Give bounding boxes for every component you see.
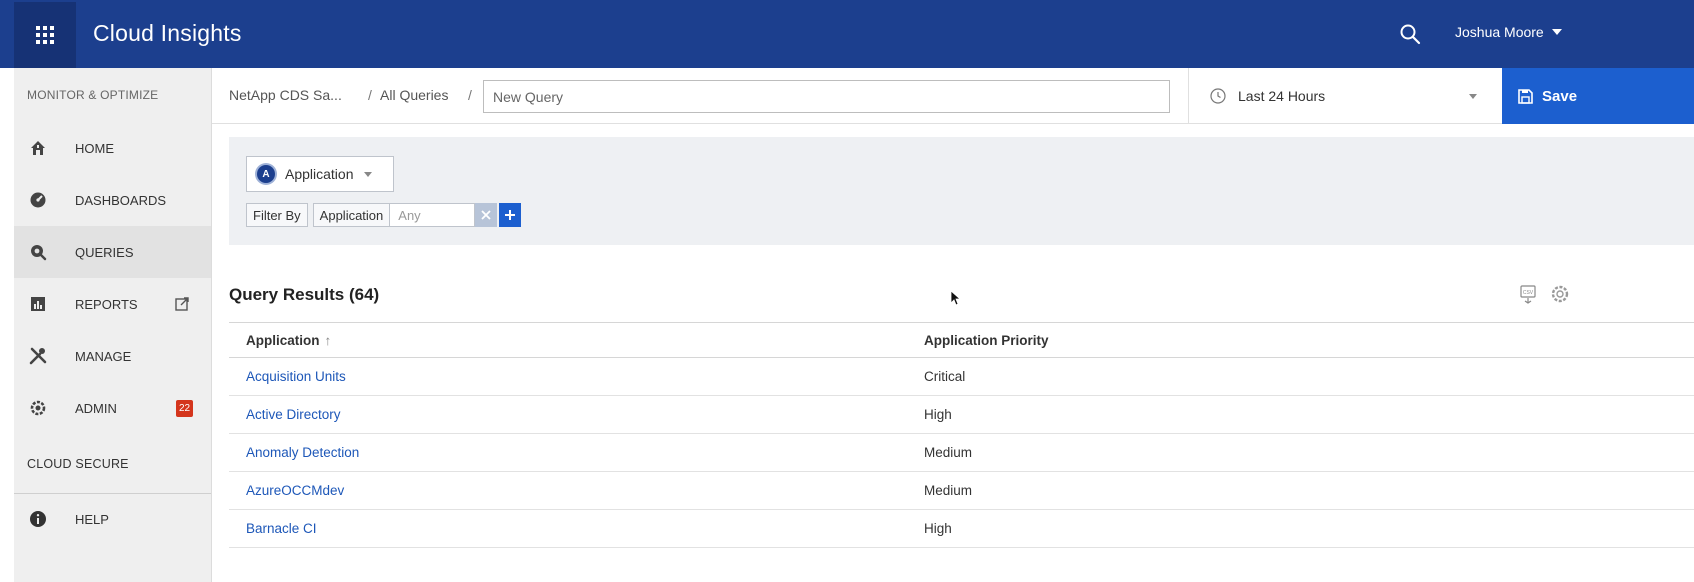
application-link[interactable]: Active Directory	[246, 407, 341, 422]
save-icon	[1518, 88, 1533, 104]
time-range-select[interactable]: Last 24 Hours	[1188, 68, 1500, 124]
chevron-down-icon	[1551, 29, 1562, 35]
application-link[interactable]: Acquisition Units	[246, 369, 346, 384]
application-link[interactable]: AzureOCCMdev	[246, 483, 344, 498]
sidebar-item-label: HOME	[75, 140, 114, 156]
plus-icon	[505, 210, 516, 220]
table-row: Anomaly Detection Medium	[229, 434, 1694, 472]
table-header: Application ↑ Application Priority	[229, 322, 1694, 358]
mouse-pointer-icon	[950, 290, 962, 306]
user-name: Joshua Moore	[1455, 24, 1544, 40]
table-row: Barnacle CI High	[229, 510, 1694, 548]
save-button[interactable]: Save	[1502, 68, 1694, 124]
table-row: AzureOCCMdev Medium	[229, 472, 1694, 510]
sidebar-item-home[interactable]: HOME	[14, 122, 211, 174]
sidebar-item-label: MANAGE	[75, 348, 132, 364]
app-title: Cloud Insights	[93, 20, 242, 46]
svg-text:CSV: CSV	[1523, 290, 1534, 296]
close-icon	[481, 210, 491, 220]
results-table: Application ↑ Application Priority Acquis…	[229, 322, 1694, 548]
filter-row: Filter By Application Any	[246, 203, 522, 227]
column-header-label: Application	[246, 333, 320, 348]
priority-cell: High	[924, 407, 952, 422]
external-link-icon[interactable]	[174, 296, 190, 312]
tools-icon	[27, 345, 49, 367]
priority-cell: Critical	[924, 369, 966, 384]
filter-by-label: Filter By	[246, 203, 308, 227]
sidebar: MONITOR & OPTIMIZE HOME DASHBOARDS QUERI…	[14, 68, 212, 582]
app-switcher-button[interactable]	[14, 2, 76, 68]
gear-icon[interactable]	[1550, 284, 1570, 304]
add-filter-button[interactable]	[499, 203, 522, 227]
clock-icon	[1210, 88, 1226, 104]
sidebar-item-label: HELP	[75, 511, 109, 527]
filter-value-input[interactable]: Any	[390, 203, 476, 227]
table-row: Acquisition Units Critical	[229, 358, 1694, 396]
column-header-priority[interactable]: Application Priority	[924, 333, 1049, 348]
filter-field-chip[interactable]: Application	[312, 203, 391, 227]
column-header-application[interactable]: Application ↑	[246, 333, 331, 348]
priority-cell: Medium	[924, 483, 973, 498]
priority-cell: Medium	[924, 445, 973, 460]
gear-icon	[27, 397, 49, 419]
breadcrumb-tenant[interactable]: NetApp CDS Sa...	[229, 87, 342, 103]
application-link[interactable]: Anomaly Detection	[246, 445, 359, 460]
sidebar-item-label: DASHBOARDS	[75, 192, 167, 208]
home-icon	[27, 137, 49, 159]
table-row: Active Directory High	[229, 396, 1694, 434]
dashboard-icon	[27, 189, 49, 211]
query-name-input[interactable]	[483, 80, 1170, 113]
breadcrumb-all-queries[interactable]: All Queries	[380, 87, 448, 103]
grid-icon	[36, 26, 54, 44]
export-csv-icon[interactable]: CSV	[1518, 284, 1538, 304]
sidebar-item-admin[interactable]: ADMIN 22	[14, 382, 211, 434]
clear-filter-button[interactable]	[475, 203, 498, 227]
breadcrumb-separator: /	[368, 87, 372, 103]
top-bar: Cloud Insights Joshua Moore	[0, 0, 1694, 68]
reports-icon	[27, 293, 49, 315]
sidebar-item-queries[interactable]: QUERIES	[14, 226, 211, 278]
info-icon	[27, 508, 49, 530]
sidebar-item-manage[interactable]: MANAGE	[14, 330, 211, 382]
object-type-select[interactable]: A Application	[246, 156, 394, 192]
search-icon[interactable]	[1398, 22, 1422, 46]
sidebar-item-dashboards[interactable]: DASHBOARDS	[14, 174, 211, 226]
chevron-down-icon	[363, 171, 372, 177]
priority-cell: High	[924, 521, 952, 536]
admin-notification-badge: 22	[176, 400, 193, 417]
application-link[interactable]: Barnacle CI	[246, 521, 317, 536]
sidebar-item-help[interactable]: HELP	[14, 494, 211, 544]
sort-ascending-icon: ↑	[324, 333, 332, 348]
sidebar-item-label: QUERIES	[75, 244, 134, 260]
results-title: Query Results (64)	[229, 285, 380, 304]
save-button-label: Save	[1542, 87, 1578, 105]
application-badge-icon: A	[257, 165, 275, 183]
sidebar-item-label: ADMIN	[75, 400, 117, 416]
query-icon	[27, 241, 49, 263]
sidebar-item-reports[interactable]: REPORTS	[14, 278, 211, 330]
object-type-label: Application	[285, 166, 354, 182]
filter-panel: A Application Filter By Application Any	[229, 137, 1694, 245]
breadcrumb-separator: /	[468, 87, 472, 103]
sidebar-section-monitor: MONITOR & OPTIMIZE	[27, 88, 159, 102]
sidebar-section-cloud-secure[interactable]: CLOUD SECURE	[14, 434, 211, 494]
user-menu[interactable]: Joshua Moore	[1455, 24, 1562, 40]
query-toolbar: NetApp CDS Sa... / All Queries / Last 24…	[212, 68, 1694, 124]
chevron-down-icon	[1469, 94, 1477, 99]
sidebar-item-label: REPORTS	[75, 296, 138, 312]
time-range-label: Last 24 Hours	[1238, 88, 1326, 104]
